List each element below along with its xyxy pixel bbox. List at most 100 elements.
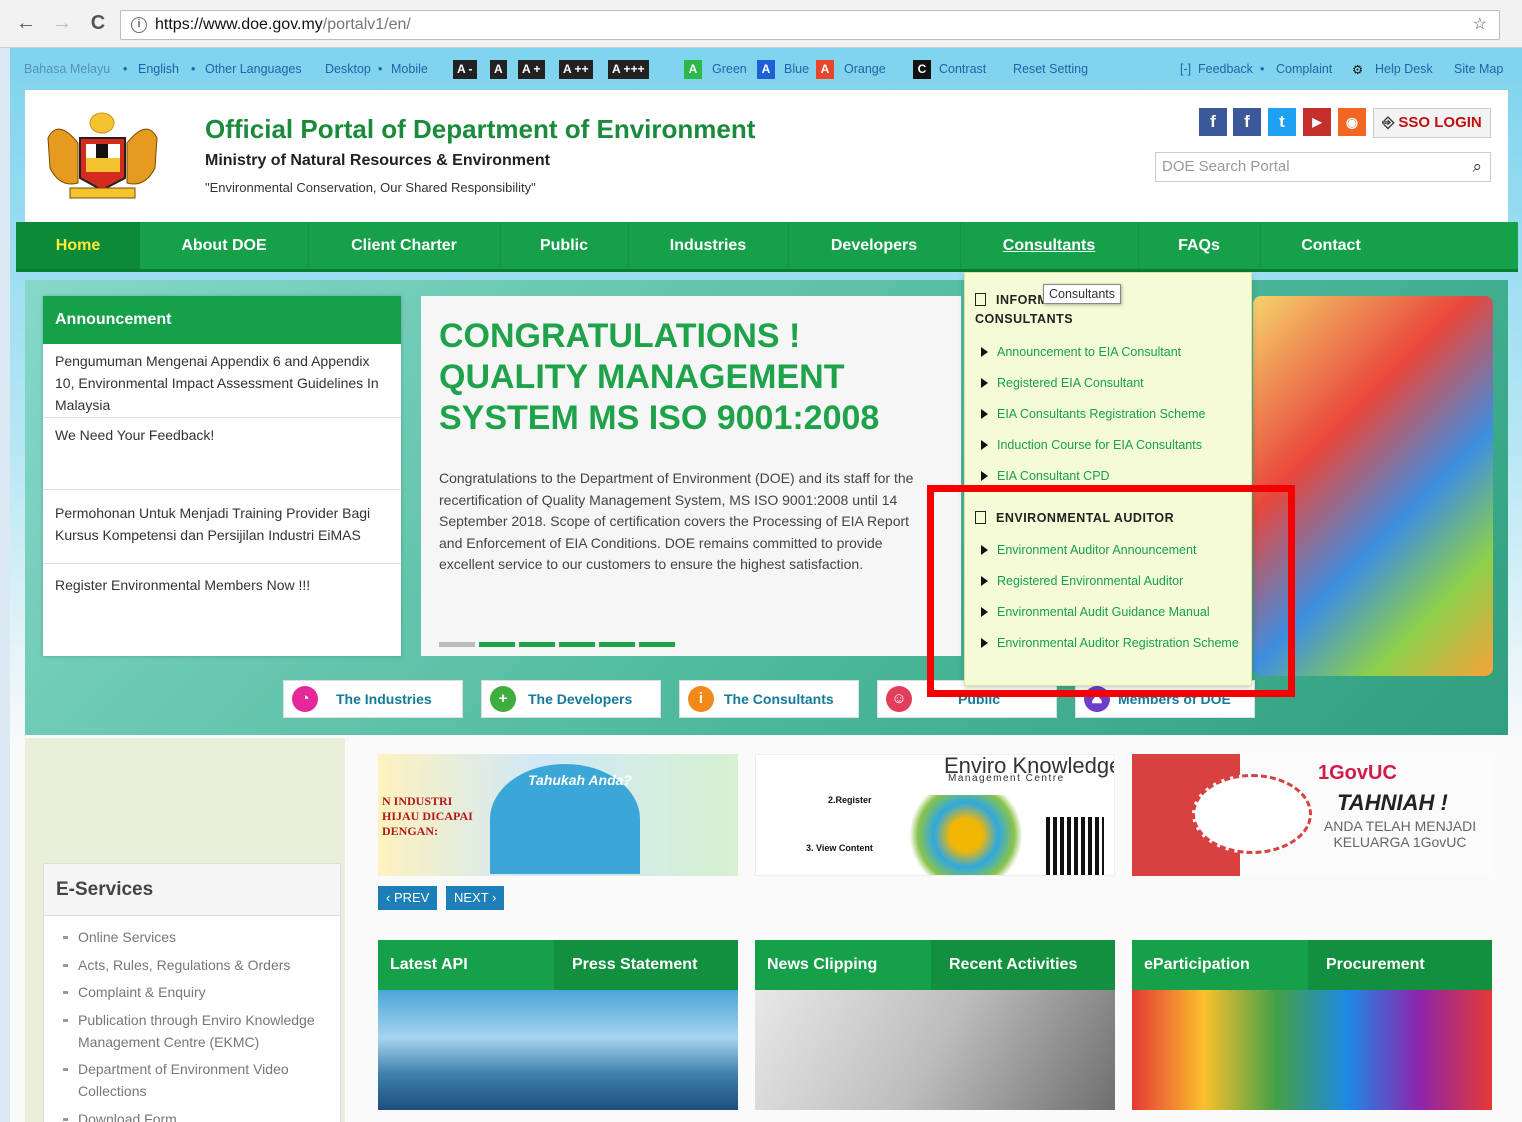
city-skyline-image[interactable] <box>378 990 738 1110</box>
nav-public[interactable]: Public <box>500 222 628 269</box>
contrast-icon[interactable]: C <box>913 60 931 79</box>
menu-link-eia-cpd[interactable]: EIA Consultant CPD <box>981 467 1239 486</box>
next-button[interactable]: NEXT › <box>446 886 505 910</box>
font-size-xxlarge-button[interactable]: A +++ <box>608 60 649 79</box>
browser-toolbar: ← → C i https://www.doe.gov.my/portalv1/… <box>0 0 1522 48</box>
reset-setting-link[interactable]: Reset Setting <box>1013 62 1088 76</box>
font-size-large-button[interactable]: A + <box>518 60 545 79</box>
main-navigation: Home About DOE Client Charter Public Ind… <box>16 222 1518 272</box>
helpdesk-icon[interactable]: ⚙ <box>1352 62 1363 77</box>
announcement-item[interactable]: Pengumuman Mengenai Appendix 6 and Appen… <box>43 344 401 418</box>
nav-home[interactable]: Home <box>16 222 140 269</box>
e-service-link[interactable]: Online Services <box>63 926 330 948</box>
reload-icon[interactable]: C <box>86 12 110 35</box>
menu-link-induction-course[interactable]: Induction Course for EIA Consultants <box>981 436 1239 455</box>
nav-about-doe[interactable]: About DOE <box>140 222 308 269</box>
theme-orange-link[interactable]: Orange <box>844 62 886 76</box>
slide-dot[interactable] <box>639 642 675 647</box>
font-size-xlarge-button[interactable]: A ++ <box>559 60 593 79</box>
e-services-panel: E-Services Online Services Acts, Rules, … <box>43 863 341 1122</box>
mobile-link[interactable]: Mobile <box>391 62 428 76</box>
menu-link-label: EIA Consultants Registration Scheme <box>997 407 1206 421</box>
e-service-link[interactable]: Department of Environment Video Collecti… <box>63 1058 330 1102</box>
featured-slide[interactable]: CONGRATULATIONS ! QUALITY MANAGEMENT SYS… <box>421 296 961 656</box>
address-bar[interactable]: i https://www.doe.gov.my/portalv1/en/ ☆ <box>120 10 1500 40</box>
sso-login-button[interactable]: ⎆ SSO LOGIN <box>1373 108 1491 138</box>
help-desk-link[interactable]: Help Desk <box>1375 62 1433 76</box>
e-service-link[interactable]: Complaint & Enquiry <box>63 981 330 1003</box>
lang-english-link[interactable]: English <box>138 62 179 76</box>
banner-text: Tahukah Anda? <box>528 772 632 788</box>
other-languages-link[interactable]: Other Languages <box>205 62 302 76</box>
theme-green-link[interactable]: Green <box>712 62 747 76</box>
site-map-link[interactable]: Site Map <box>1454 62 1503 76</box>
slide-dot[interactable] <box>519 642 555 647</box>
left-sidebar: E-Services Online Services Acts, Rules, … <box>25 738 345 1122</box>
desktop-link[interactable]: Desktop <box>325 62 371 76</box>
rss-icon[interactable]: ◉ <box>1338 108 1366 136</box>
announcement-item[interactable]: We Need Your Feedback! <box>43 418 401 490</box>
theme-green-icon[interactable]: A <box>684 60 702 79</box>
font-size-normal-button[interactable]: A <box>490 60 507 79</box>
tab-procurement[interactable]: Procurement <box>1308 940 1492 990</box>
tab-press-statement[interactable]: Press Statement <box>554 940 738 990</box>
raised-hands-image[interactable] <box>1132 990 1492 1110</box>
e-service-link[interactable]: Download Form <box>63 1108 330 1122</box>
slide-dot[interactable] <box>479 642 515 647</box>
announcement-item[interactable]: Permohonan Untuk Menjadi Training Provid… <box>43 490 401 564</box>
sso-login-label: SSO LOGIN <box>1398 114 1482 131</box>
complaint-link[interactable]: Complaint <box>1276 62 1332 76</box>
nav-client-charter[interactable]: Client Charter <box>308 222 500 269</box>
document-icon <box>975 293 986 306</box>
e-service-link[interactable]: Acts, Rules, Regulations & Orders <box>63 954 330 976</box>
newspaper-image[interactable] <box>755 990 1115 1110</box>
slide-dot[interactable] <box>559 642 595 647</box>
tab-eparticipation[interactable]: eParticipation <box>1132 940 1308 990</box>
search-icon[interactable]: ⌕ <box>1472 153 1482 181</box>
menu-link-eia-registration[interactable]: EIA Consultants Registration Scheme <box>981 405 1239 424</box>
nav-industries[interactable]: Industries <box>628 222 788 269</box>
quick-link-developers[interactable]: + The Developers <box>481 680 661 718</box>
banner-industri-hijau[interactable]: N INDUSTRI HIJAU DICAPAI DENGAN: Tahukah… <box>378 754 738 876</box>
tab-news-clipping[interactable]: News Clipping <box>755 940 931 990</box>
tabbox-eparticipation-procurement: eParticipation Procurement <box>1132 940 1492 1110</box>
announcement-item[interactable]: Register Environmental Members Now !!! <box>43 564 401 602</box>
font-size-smaller-button[interactable]: A - <box>453 60 477 79</box>
youtube-icon[interactable]: ▶ <box>1303 108 1331 136</box>
theme-blue-icon[interactable]: A <box>757 60 775 79</box>
e-service-link[interactable]: Publication through Enviro Knowledge Man… <box>63 1009 330 1053</box>
search-input[interactable]: DOE Search Portal ⌕ <box>1155 152 1491 182</box>
theme-blue-link[interactable]: Blue <box>784 62 809 76</box>
slide-dot[interactable] <box>599 642 635 647</box>
quick-link-consultants[interactable]: i The Consultants <box>679 680 859 718</box>
quick-link-industries[interactable]: ◔ The Industries <box>283 680 463 718</box>
theme-orange-icon[interactable]: A <box>816 60 834 79</box>
separator: • <box>1260 62 1265 76</box>
nav-contact[interactable]: Contact <box>1260 222 1402 269</box>
info-icon[interactable]: i <box>131 17 147 33</box>
facebook-icon[interactable]: f <box>1199 108 1227 136</box>
banner-ekmc[interactable]: Enviro Knowledge Management Centre 2.Reg… <box>755 754 1115 876</box>
prev-button[interactable]: ‹ PREV <box>378 886 438 910</box>
contrast-link[interactable]: Contrast <box>939 62 986 76</box>
twitter-icon[interactable]: t <box>1268 108 1296 136</box>
feedback-icon[interactable]: [-] <box>1180 62 1191 76</box>
facebook-icon[interactable]: f <box>1233 108 1261 136</box>
bookmark-star-icon[interactable]: ☆ <box>1473 11 1487 39</box>
banner-1govuc[interactable]: 1GovUC TAHNIAH ! ANDA TELAH MENJADI KELU… <box>1132 754 1492 876</box>
banner-graphic <box>896 795 1036 875</box>
malaysia-coat-of-arms-logo[interactable] <box>40 108 165 203</box>
tab-latest-api[interactable]: Latest API <box>378 940 554 990</box>
site-title[interactable]: Official Portal of Department of Environ… <box>205 114 755 145</box>
nav-developers[interactable]: Developers <box>788 222 960 269</box>
forward-icon[interactable]: → <box>50 12 74 35</box>
slide-dot[interactable] <box>439 642 475 647</box>
back-icon[interactable]: ← <box>14 12 38 35</box>
nav-faqs[interactable]: FAQs <box>1138 222 1260 269</box>
menu-link-eia-announcement[interactable]: Announcement to EIA Consultant <box>981 343 1239 362</box>
lang-malay-link[interactable]: Bahasa Melayu <box>24 62 110 76</box>
tab-recent-activities[interactable]: Recent Activities <box>931 940 1115 990</box>
nav-consultants[interactable]: Consultants <box>960 222 1138 269</box>
feedback-link[interactable]: Feedback <box>1198 62 1253 76</box>
menu-link-registered-eia[interactable]: Registered EIA Consultant <box>981 374 1239 393</box>
